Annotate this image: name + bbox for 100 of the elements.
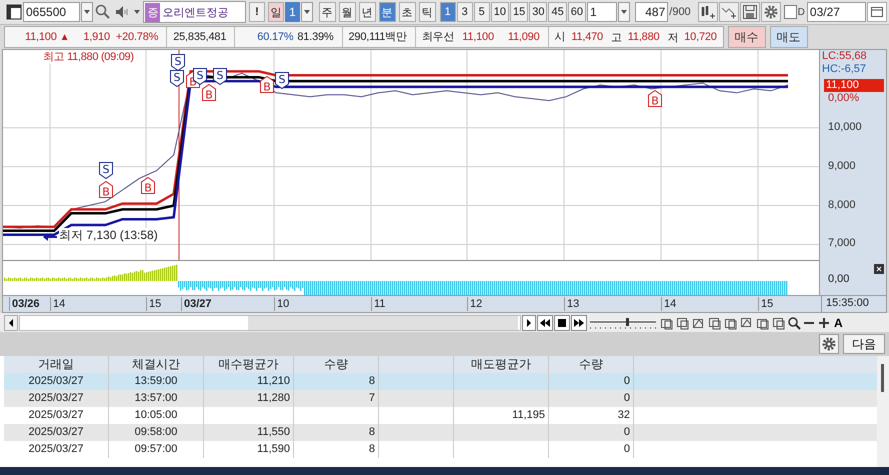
x-axis-label: 10 — [274, 297, 290, 311]
period-tab[interactable]: 틱 — [418, 2, 436, 22]
fast-forward-icon[interactable] — [571, 314, 587, 330]
sell-marker: S — [170, 70, 184, 87]
table-row[interactable]: 2025/03/27 09:58:00 11,550 8 0 — [4, 424, 877, 441]
table-cell: 0 — [549, 390, 634, 407]
buy-marker: B — [99, 181, 113, 198]
candle-add-icon[interactable] — [698, 2, 718, 22]
period-tab[interactable]: 주 — [318, 2, 336, 22]
cycle-button[interactable]: 일 — [268, 2, 284, 22]
low-label: 저 — [667, 30, 678, 44]
stock-name: 오리엔트정공 — [162, 6, 228, 20]
close-icon[interactable] — [874, 264, 884, 274]
line-add-icon[interactable] — [718, 2, 739, 22]
x-axis-label: 13 — [564, 297, 580, 311]
date-field[interactable]: 03/27 — [806, 2, 866, 22]
unit-count-select[interactable]: 1 — [586, 2, 617, 22]
interval-tab[interactable]: 5 — [474, 2, 490, 22]
best-ask: 11,100 — [462, 31, 494, 43]
market-badge: 증 — [145, 2, 160, 22]
table-cell: 8 — [294, 424, 379, 441]
table-cell: 09:57:00 — [109, 441, 204, 458]
interval-tab[interactable]: 1 — [440, 2, 456, 22]
search-icon[interactable] — [787, 314, 801, 330]
dropdown-caret-icon[interactable] — [300, 2, 313, 22]
y-axis-label: 0,00 — [828, 273, 850, 285]
scroll-thumb[interactable] — [881, 364, 884, 392]
table-cell: 2025/03/27 — [4, 441, 109, 458]
table-row[interactable]: 2025/03/27 09:57:00 11,590 8 0 — [4, 441, 877, 458]
price-change: 1,910 — [83, 31, 110, 43]
table-cell: 2025/03/27 — [4, 424, 109, 441]
table-cell: 8 — [294, 441, 379, 458]
table-row[interactable]: 2025/03/27 13:59:00 11,210 8 0 — [4, 373, 877, 390]
ratio: 81.39% — [297, 31, 334, 43]
current-rate: 0,00% — [828, 92, 860, 104]
period-tab[interactable]: 초 — [398, 2, 416, 22]
time-label: 15:35:00 — [821, 296, 886, 312]
checkbox-label: D — [798, 6, 805, 18]
x-axis-label: 14 — [50, 297, 66, 311]
interval-tab[interactable]: 30 — [529, 2, 548, 22]
scrollbar[interactable] — [877, 356, 889, 467]
rewind-icon[interactable] — [537, 314, 553, 330]
buy-button[interactable]: 매수 — [728, 26, 766, 48]
checkbox[interactable] — [784, 5, 797, 19]
settings-icon[interactable] — [760, 2, 781, 22]
dropdown-caret-icon[interactable] — [618, 2, 630, 22]
alert-button[interactable]: ! — [249, 2, 265, 22]
stock-code-field[interactable]: 065500 — [23, 2, 80, 22]
period-tab[interactable]: 년 — [358, 2, 376, 22]
sell-marker: S — [275, 72, 289, 89]
x-axis-label: 14 — [661, 297, 676, 311]
calendar-icon[interactable] — [867, 2, 888, 22]
layout-icon[interactable] — [6, 4, 22, 20]
buy-marker: B — [260, 76, 274, 93]
table-cell: 2025/03/27 — [4, 390, 109, 407]
table-cell: 11,280 — [204, 390, 294, 407]
table-row[interactable]: 2025/03/27 13:57:00 11,280 7 0 — [4, 390, 877, 407]
interval-tab[interactable]: 10 — [490, 2, 509, 22]
save-icon[interactable] — [740, 2, 760, 22]
table-cell: 13:57:00 — [109, 390, 204, 407]
x-axis-label: 15 — [146, 297, 162, 311]
period-tab[interactable]: 월 — [338, 2, 356, 22]
dropdown-caret-icon[interactable] — [81, 2, 94, 22]
scroll-thumb[interactable] — [248, 316, 518, 330]
y-axis-label: 8,000 — [828, 198, 856, 211]
sell-marker: S — [171, 54, 185, 71]
x-axis-label: 03/27 — [181, 297, 212, 311]
sell-marker: S — [99, 162, 113, 179]
settings-icon[interactable] — [819, 334, 839, 354]
scrollbar[interactable] — [19, 314, 521, 330]
next-button[interactable]: 다음 — [843, 334, 885, 354]
interval-tab[interactable]: 15 — [510, 2, 528, 22]
high-price: 11,880 — [628, 31, 660, 43]
table-cell: 11,550 — [204, 424, 294, 441]
high-label: 고 — [610, 30, 622, 44]
interval-tab[interactable]: 45 — [548, 2, 567, 22]
hc-value: HC:-6,57 — [822, 63, 866, 75]
period-tab[interactable]: 분 — [378, 2, 396, 22]
y-axis-label: 9,000 — [828, 160, 856, 172]
change-rate: +20.78% — [116, 31, 158, 43]
search-icon[interactable] — [94, 3, 112, 21]
arrow-left-icon — [43, 232, 57, 242]
interval-tab[interactable]: 60 — [568, 2, 586, 22]
scroll-left-icon[interactable] — [4, 314, 18, 330]
x-axis-label: 03/26 — [9, 297, 40, 311]
interval-tab[interactable]: 3 — [456, 2, 473, 22]
cycle-count-select[interactable]: 1 — [285, 2, 300, 22]
table-cell: 7 — [294, 390, 379, 407]
stock-name-field[interactable]: 증 오리엔트정공 — [143, 1, 246, 23]
x-axis-label: 15 — [758, 297, 774, 311]
buy-marker: B — [141, 177, 155, 194]
stop-icon[interactable] — [554, 314, 570, 330]
buy-marker: B — [648, 90, 662, 107]
bar-count-field[interactable]: 487 — [634, 2, 668, 22]
sell-button[interactable]: 매도 — [770, 26, 808, 48]
font-button[interactable]: A — [832, 316, 845, 330]
low-price-label: 최저 7,130 (13:58) — [59, 228, 158, 242]
up-arrow: ▲ — [60, 32, 70, 42]
play-icon[interactable] — [522, 314, 536, 330]
table-cell: 09:58:00 — [109, 424, 204, 441]
